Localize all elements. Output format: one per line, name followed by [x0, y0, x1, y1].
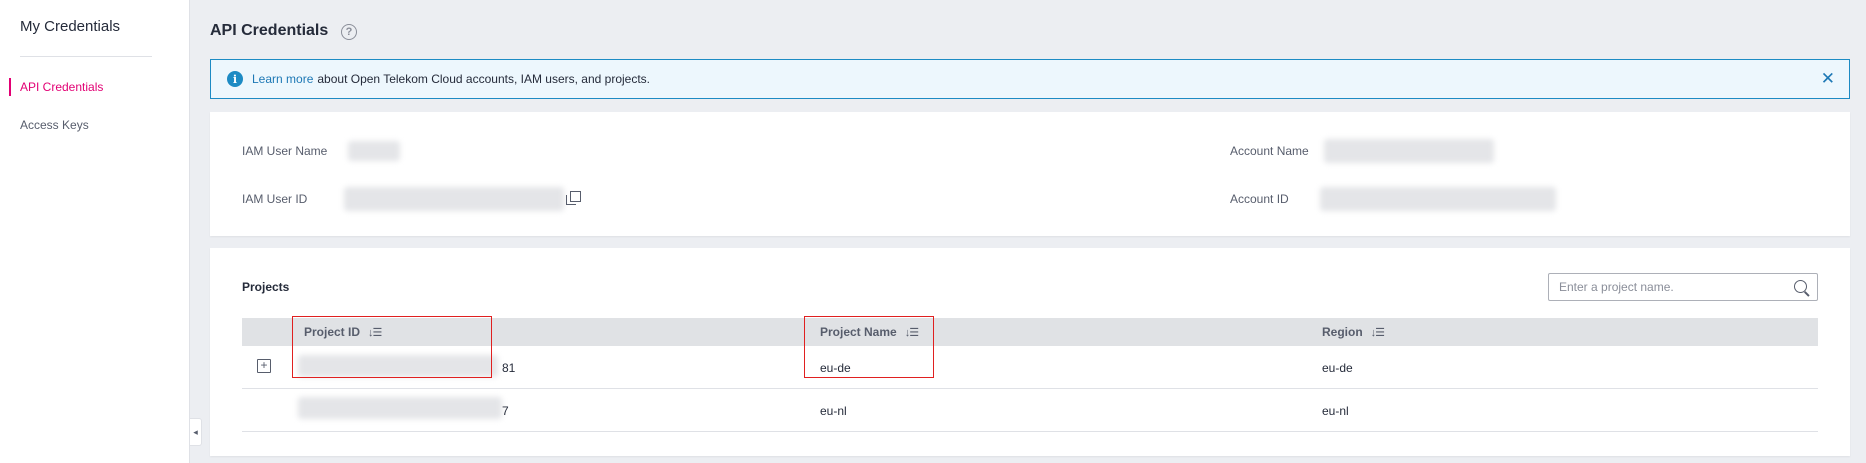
project-id-redacted: [298, 397, 502, 419]
active-indicator: [9, 78, 11, 96]
banner-text: about Open Telekom Cloud accounts, IAM u…: [317, 72, 650, 86]
info-icon: i: [227, 71, 243, 87]
table-row: 7 eu-nl eu-nl: [242, 389, 1818, 432]
iam-user-name-label: IAM User Name: [242, 144, 328, 158]
project-search-box: [1548, 273, 1818, 301]
iam-user-id-value-redacted: [344, 187, 564, 211]
account-name-label: Account Name: [1230, 144, 1309, 158]
sidebar-title: My Credentials: [20, 18, 121, 35]
collapse-sidebar-button[interactable]: ◂: [190, 418, 202, 446]
sidebar-divider: [20, 56, 152, 57]
highlight-box-project-name: [804, 316, 934, 378]
user-info-card: IAM User Name IAM User ID Account Name A…: [210, 112, 1850, 236]
account-name-value-redacted: [1324, 139, 1494, 163]
help-icon[interactable]: ?: [341, 24, 357, 40]
project-id-suffix: 81: [502, 361, 516, 375]
sidebar-item-api-credentials[interactable]: API Credentials: [20, 80, 103, 94]
iam-user-id-label: IAM User ID: [242, 192, 308, 206]
sidebar-item-access-keys[interactable]: Access Keys: [20, 118, 89, 132]
copy-icon[interactable]: [566, 191, 581, 205]
sort-icon[interactable]: ↓☰: [1371, 326, 1385, 339]
info-banner: i Learn more about Open Telekom Cloud ac…: [210, 59, 1850, 99]
region-cell: eu-de: [1322, 361, 1353, 375]
column-header-region[interactable]: Region ↓☰: [1322, 325, 1385, 339]
account-id-label: Account ID: [1230, 192, 1289, 206]
projects-card: Projects Project ID ↓☰ Project Name ↓☰ R…: [210, 248, 1850, 456]
chevron-left-icon: ◂: [193, 426, 198, 437]
project-id-suffix: 7: [502, 404, 509, 418]
region-cell: eu-nl: [1322, 404, 1349, 418]
account-id-value-redacted: [1320, 187, 1556, 211]
project-search-input[interactable]: [1549, 274, 1779, 300]
search-icon[interactable]: [1794, 280, 1807, 293]
sidebar: My Credentials API Credentials Access Ke…: [0, 0, 190, 463]
highlight-box-project-id: [292, 316, 492, 378]
iam-user-name-value-redacted: [348, 141, 400, 161]
expand-row-icon[interactable]: +: [257, 359, 271, 373]
page-title: API Credentials: [210, 22, 329, 39]
learn-more-link[interactable]: Learn more: [252, 72, 313, 86]
project-name-cell: eu-nl: [820, 404, 847, 418]
close-icon[interactable]: ✕: [1821, 70, 1835, 87]
projects-table: Project ID ↓☰ Project Name ↓☰ Region ↓☰ …: [242, 316, 1818, 432]
projects-title: Projects: [242, 280, 290, 294]
